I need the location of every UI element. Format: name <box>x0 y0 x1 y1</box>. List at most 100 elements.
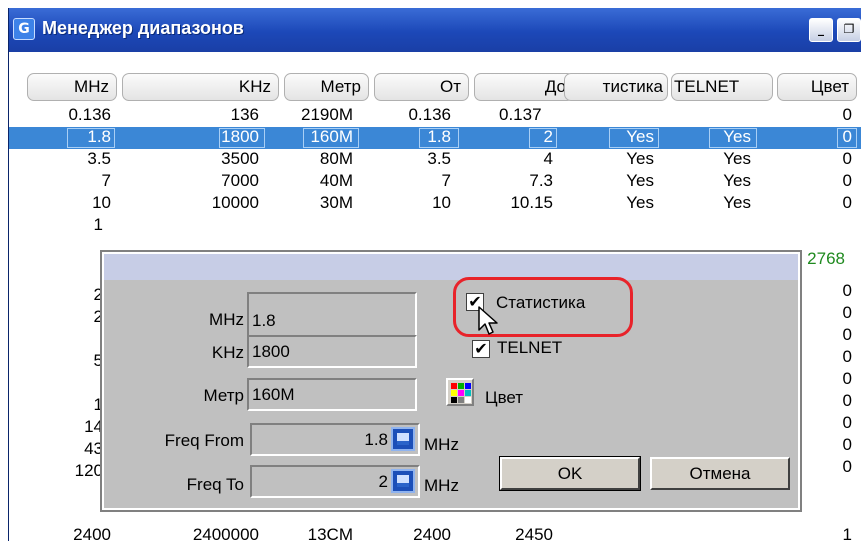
cell-from: 2400 <box>413 525 451 541</box>
cell-khz: 136 <box>230 105 259 124</box>
telnet-checkbox[interactable]: ✔ <box>472 340 490 358</box>
partial-cell: 1 <box>93 395 103 414</box>
cell-color: 0 <box>842 127 852 146</box>
khz-label: KHz <box>211 343 244 362</box>
meter-label: Метр <box>203 386 244 405</box>
telnet-label[interactable]: TELNET <box>497 338 562 358</box>
cell-color: 1 <box>842 525 852 541</box>
app-icon: G <box>13 18 35 40</box>
ok-button[interactable]: OK <box>499 456 641 491</box>
partial-cell: 14 <box>84 417 103 436</box>
partial-cell: 5 <box>93 351 103 370</box>
cell-statistics: Yes <box>626 171 654 190</box>
cell-color: 0 <box>842 193 852 212</box>
cell-meter: 40M <box>319 171 353 190</box>
cell-meter: 13CM <box>307 525 353 541</box>
cell-telnet: Yes <box>723 193 751 212</box>
cell-mhz: 7 <box>101 171 111 190</box>
mouse-cursor-icon <box>478 306 498 335</box>
cell-mhz: 3.5 <box>87 149 111 168</box>
calculator-icon[interactable] <box>391 427 415 451</box>
cell-from: 1.8 <box>427 127 451 146</box>
swatch <box>465 390 471 396</box>
freq-from-unit: MHz <box>424 435 459 454</box>
cell-from: 3.5 <box>427 149 451 168</box>
column-header-meter[interactable]: Метр <box>284 73 369 101</box>
swatch <box>458 397 464 403</box>
dialog-title-bar[interactable] <box>104 254 798 280</box>
column-header: MHz KHz Метр От До тистика TELNET Цвет <box>9 73 861 103</box>
partial-cell: 120 <box>74 461 103 480</box>
cell-khz: 2400000 <box>192 525 259 541</box>
cell-meter: 30M <box>319 193 353 212</box>
column-header-telnet[interactable]: TELNET <box>671 73 773 101</box>
table-row[interactable]: 10 10000 30M 10 10.15 Yes Yes 0 <box>9 193 861 215</box>
cell-statistics: Yes <box>626 149 654 168</box>
cell-color: 0 <box>842 171 852 190</box>
cell-mhz: 0.136 <box>68 105 111 124</box>
table-row[interactable]: 7 7000 40M 7 7.3 Yes Yes 0 <box>9 171 861 193</box>
cell-to: 0.137 <box>499 105 541 124</box>
partial-cell: 43 <box>84 439 103 458</box>
window-title: Менеджер диапазонов <box>42 18 244 38</box>
column-header-from[interactable]: От <box>374 73 469 101</box>
table-row-selected[interactable]: 1.8 1800 160M 1.8 2 Yes Yes 0 <box>9 127 861 149</box>
cell-telnet: Yes <box>723 127 751 146</box>
cell-khz: 7000 <box>221 171 259 190</box>
cell-from: 0.136 <box>408 105 451 124</box>
swatch <box>458 383 464 389</box>
cell-from: 7 <box>441 171 451 190</box>
cell-telnet <box>669 105 751 127</box>
table-row[interactable]: 3.5 3500 80M 3.5 4 Yes Yes 0 <box>9 149 861 171</box>
cell-color: 0 <box>842 149 852 168</box>
cell-from: 10 <box>432 193 451 212</box>
cell-meter: 160M <box>310 127 353 146</box>
column-header-mhz[interactable]: MHz <box>27 73 117 101</box>
cell-khz: 3500 <box>221 149 259 168</box>
cell-telnet: Yes <box>723 171 751 190</box>
restore-button[interactable]: ❐ <box>837 18 861 42</box>
cell-to: 2 <box>543 127 553 146</box>
meter-field[interactable]: 160M <box>247 378 417 411</box>
cell-to: 2450 <box>515 525 553 541</box>
cell-to: 7.3 <box>529 171 553 190</box>
cell-meter: 2190M <box>301 105 353 124</box>
color-label: Цвет <box>485 388 524 407</box>
swatch <box>458 390 464 396</box>
freq-to-unit: MHz <box>424 476 459 495</box>
freq-from-label: Freq From <box>164 431 244 450</box>
cancel-button[interactable]: Отмена <box>650 457 790 490</box>
column-header-khz[interactable]: KHz <box>122 73 279 101</box>
calculator-icon[interactable] <box>391 469 415 493</box>
cell-to: 4 <box>543 149 553 168</box>
cell-telnet: Yes <box>723 149 751 168</box>
table-row[interactable]: 0.136 136 2190M 0.136 0.137 0 <box>9 105 861 127</box>
cell-statistics: Yes <box>626 127 654 146</box>
title-bar[interactable]: G Менеджер диапазонов _ ❐ <box>9 8 861 52</box>
swatch <box>465 383 471 389</box>
column-header-statistics[interactable]: тистика <box>564 73 668 101</box>
cell-statistics <box>579 105 659 127</box>
minimize-button[interactable]: _ <box>809 18 833 42</box>
freq-to-label: Freq To <box>186 475 244 494</box>
swatch <box>451 397 457 403</box>
column-header-color[interactable]: Цвет <box>777 73 857 101</box>
cell-mhz: 10 <box>92 193 111 212</box>
table-row[interactable]: 2400 2400000 13CM 2400 2450 1 <box>9 525 861 541</box>
swatch <box>451 383 457 389</box>
cell-mhz: 1.8 <box>87 127 111 146</box>
color-value-green: 2768 <box>807 249 845 268</box>
column-header-to[interactable]: До <box>474 73 574 101</box>
cell-khz: 10000 <box>211 193 259 212</box>
mhz-label: MHz <box>209 310 244 329</box>
cell-statistics: Yes <box>626 193 654 212</box>
cell-mhz: 2400 <box>73 525 111 541</box>
swatch <box>451 390 457 396</box>
khz-field[interactable]: 1800 <box>247 335 417 368</box>
color-palette-icon[interactable] <box>446 378 474 406</box>
cell-color: 0 <box>842 105 852 124</box>
cell-to: 10.15 <box>510 193 553 212</box>
swatch <box>465 397 471 403</box>
partial-cell: 1 <box>93 215 103 234</box>
cell-khz: 1800 <box>221 127 259 146</box>
